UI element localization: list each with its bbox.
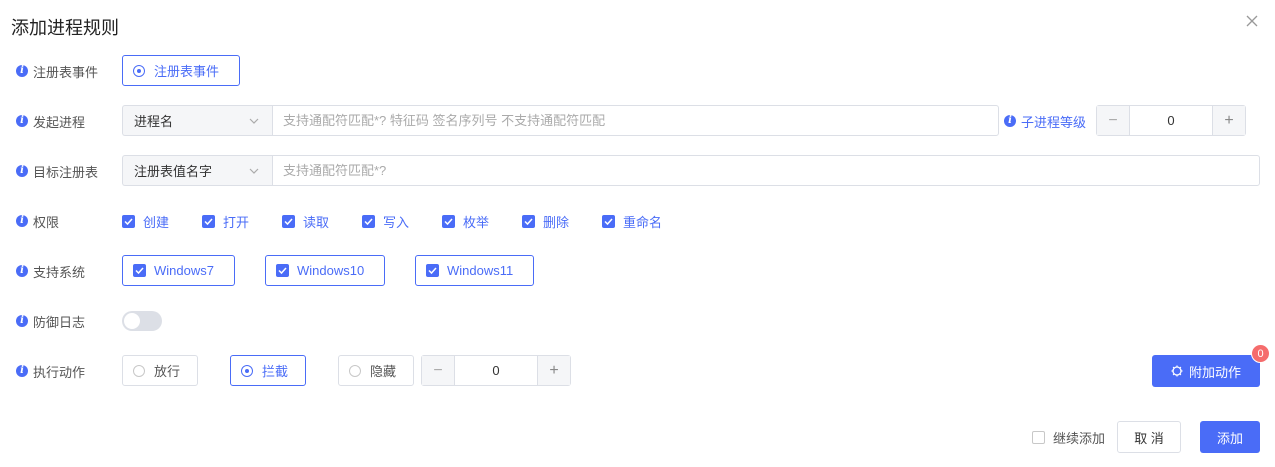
checkmark-icon bbox=[602, 214, 615, 228]
attach-action-button[interactable]: 附加动作 bbox=[1152, 355, 1260, 387]
permission-create-checkbox[interactable]: 创建 bbox=[122, 211, 169, 231]
info-icon: i bbox=[16, 215, 28, 227]
increment-button[interactable]: + bbox=[537, 356, 570, 385]
system-win10-checkbox[interactable]: Windows10 bbox=[265, 255, 385, 286]
permission-enumerate-checkbox[interactable]: 枚举 bbox=[442, 211, 489, 231]
child-level-stepper[interactable]: − 0 + bbox=[1096, 105, 1246, 136]
radio-dot bbox=[349, 364, 361, 377]
permission-read-checkbox[interactable]: 读取 bbox=[282, 211, 329, 231]
permission-rename-checkbox[interactable]: 重命名 bbox=[602, 211, 662, 231]
chevron-down-icon bbox=[249, 168, 259, 174]
continue-add-checkbox[interactable]: 继续添加 bbox=[1032, 427, 1105, 447]
add-button[interactable]: 添加 bbox=[1200, 421, 1260, 453]
info-icon: i bbox=[1004, 115, 1016, 127]
systems-label: i 支持系统 bbox=[16, 261, 85, 281]
info-icon: i bbox=[16, 365, 28, 377]
close-icon[interactable] bbox=[1243, 12, 1261, 30]
system-win7-checkbox[interactable]: Windows7 bbox=[122, 255, 235, 286]
action-stepper[interactable]: − 0 + bbox=[421, 355, 571, 386]
target-registry-label: i 目标注册表 bbox=[16, 161, 98, 181]
info-icon: i bbox=[16, 265, 28, 277]
checkmark-icon bbox=[362, 214, 375, 228]
radio-dot bbox=[241, 364, 253, 377]
checkmark-icon bbox=[122, 214, 135, 228]
checkmark-icon bbox=[133, 264, 146, 277]
radio-dot bbox=[133, 364, 145, 377]
checkmark-icon bbox=[426, 264, 439, 277]
process-type-select[interactable]: 进程名 bbox=[122, 105, 272, 136]
decrement-button[interactable]: − bbox=[422, 356, 455, 385]
increment-button[interactable]: + bbox=[1212, 106, 1245, 135]
system-win11-checkbox[interactable]: Windows11 bbox=[415, 255, 534, 286]
action-allow-radio[interactable]: 放行 bbox=[122, 355, 198, 386]
gear-icon bbox=[1171, 365, 1183, 377]
permissions-label: i 权限 bbox=[16, 211, 59, 231]
info-icon: i bbox=[16, 65, 28, 77]
checkmark-icon bbox=[276, 264, 289, 277]
info-icon: i bbox=[16, 315, 28, 327]
defense-log-label: i 防御日志 bbox=[16, 311, 85, 331]
action-stepper-value[interactable]: 0 bbox=[455, 356, 537, 385]
permission-write-checkbox[interactable]: 写入 bbox=[362, 211, 409, 231]
permission-delete-checkbox[interactable]: 删除 bbox=[522, 211, 569, 231]
checkmark-icon bbox=[202, 214, 215, 228]
chevron-down-icon bbox=[249, 118, 259, 124]
checkmark-icon bbox=[442, 214, 455, 228]
checkmark-icon bbox=[522, 214, 535, 228]
defense-log-switch[interactable] bbox=[122, 311, 162, 331]
dialog-title: 添加进程规则 bbox=[11, 18, 119, 38]
checkmark-icon bbox=[282, 214, 295, 228]
info-icon: i bbox=[16, 115, 28, 127]
action-label: i 执行动作 bbox=[16, 361, 85, 381]
registry-event-label: i 注册表事件 bbox=[16, 61, 98, 81]
attach-action-badge: 0 bbox=[1251, 344, 1270, 363]
action-block-radio[interactable]: 拦截 bbox=[230, 355, 306, 386]
info-icon: i bbox=[16, 165, 28, 177]
child-level-value[interactable]: 0 bbox=[1130, 106, 1212, 135]
decrement-button[interactable]: − bbox=[1097, 106, 1130, 135]
child-level-label: i 子进程等级 bbox=[1004, 111, 1086, 131]
action-hide-radio[interactable]: 隐藏 bbox=[338, 355, 414, 386]
registry-type-select[interactable]: 注册表值名字 bbox=[122, 155, 272, 186]
cancel-button[interactable]: 取 消 bbox=[1117, 421, 1181, 453]
switch-knob bbox=[124, 313, 140, 329]
process-match-input[interactable] bbox=[272, 105, 999, 136]
permission-open-checkbox[interactable]: 打开 bbox=[202, 211, 249, 231]
radio-dot bbox=[133, 64, 145, 77]
checkbox-box bbox=[1032, 430, 1045, 444]
initiating-process-label: i 发起进程 bbox=[16, 111, 85, 131]
registry-event-radio[interactable]: 注册表事件 bbox=[122, 55, 240, 86]
registry-match-input[interactable] bbox=[272, 155, 1260, 186]
